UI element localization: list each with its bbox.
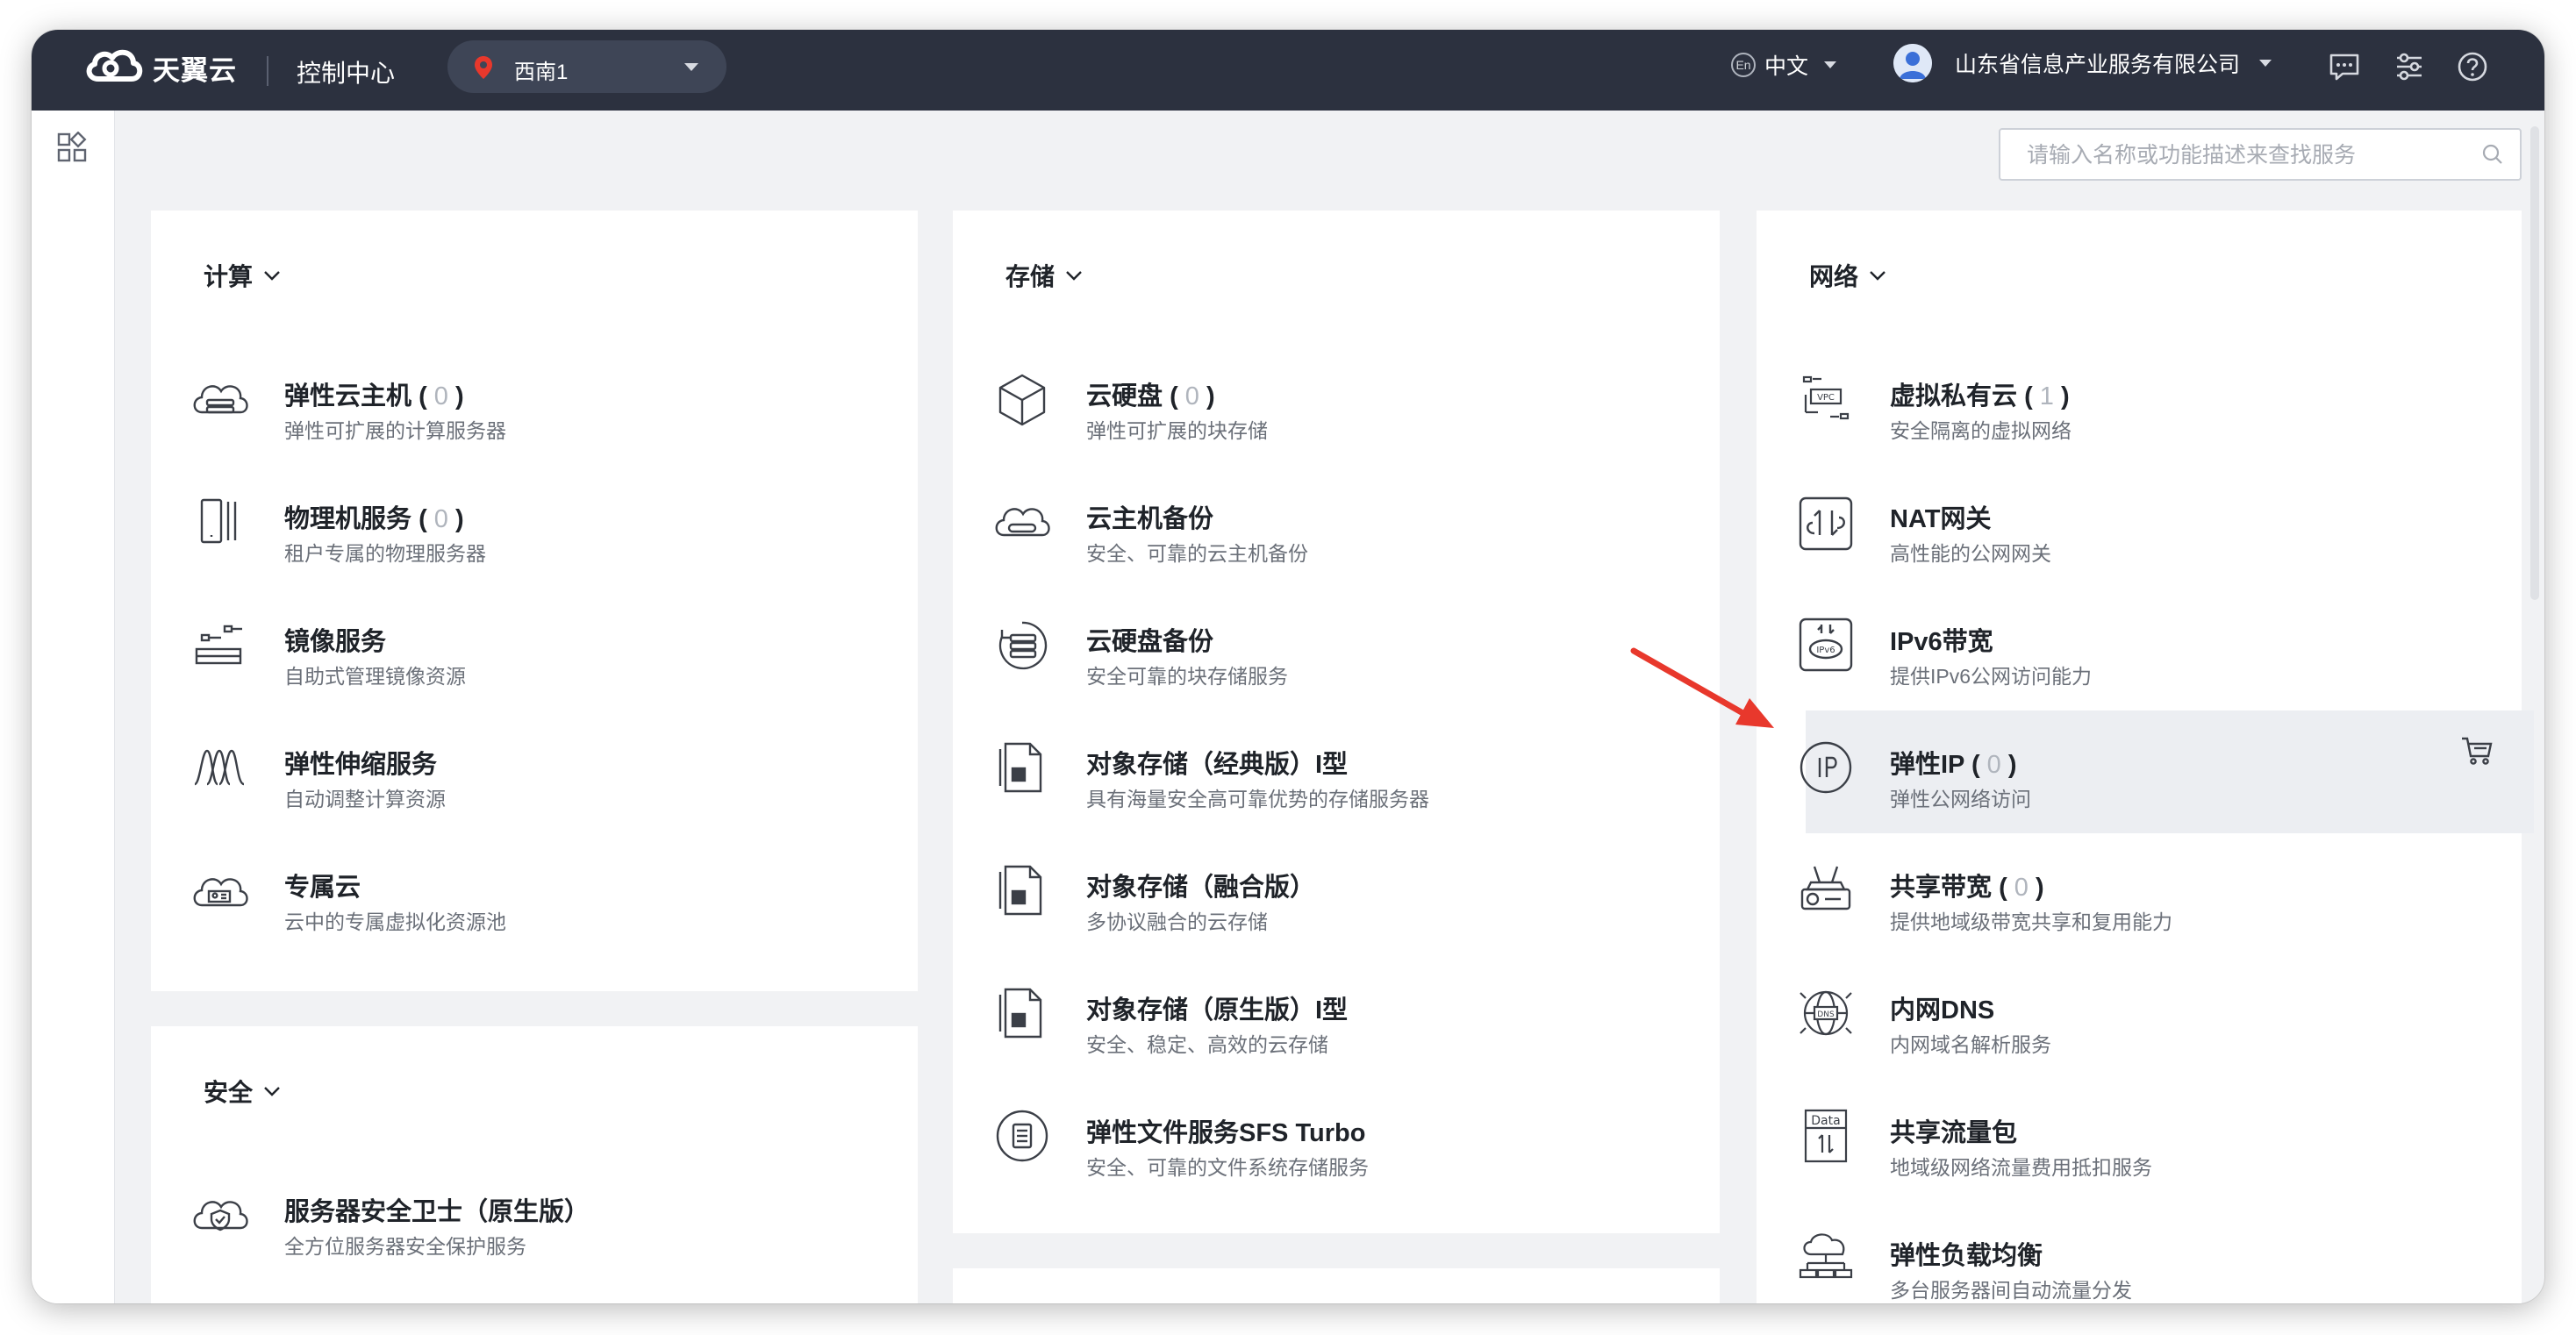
annotation-arrow-icon: [1630, 647, 1774, 728]
